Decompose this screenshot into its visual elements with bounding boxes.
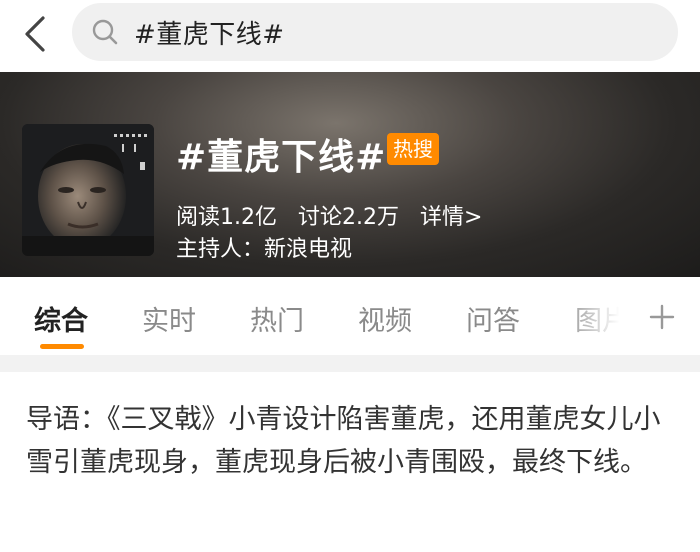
tab-bar: 综合 实时 热门 视频 问答 图片 [0, 277, 700, 355]
back-button[interactable] [18, 14, 52, 54]
tab-overflow-fade [560, 277, 630, 355]
topic-poster-image[interactable] [22, 124, 154, 256]
search-input[interactable]: #董虎下线# [134, 14, 285, 51]
top-bar: #董虎下线# [0, 0, 700, 72]
tab-realtime[interactable]: 实时 [142, 299, 196, 338]
topic-host: 主持人：新浪电视 [176, 237, 353, 262]
hot-search-badge: 热搜 [387, 133, 439, 165]
chevron-left-icon [25, 16, 45, 52]
topic-intro-card: 导语：《三叉戟》小青设计陷害董虎，还用董虎女儿小雪引董虎现身，董虎现身后被小青围… [0, 372, 700, 552]
read-count: 阅读1.2亿 [176, 205, 277, 230]
topic-intro-text: 导语：《三叉戟》小青设计陷害董虎，还用董虎女儿小雪引董虎现身，董虎现身后被小青围… [26, 404, 661, 478]
search-bar[interactable]: #董虎下线# [72, 3, 678, 61]
discuss-count: 讨论2.2万 [298, 205, 399, 230]
topic-title: #董虎下线# [176, 137, 387, 178]
tab-video[interactable]: 视频 [358, 299, 412, 338]
details-link[interactable]: 详情> [420, 205, 482, 230]
tab-popular[interactable]: 热门 [250, 299, 304, 338]
topic-header: #董虎下线# 热搜 阅读1.2亿 讨论2.2万 详情> 主持人：新浪电视 [0, 72, 700, 277]
tab-qa[interactable]: 问答 [466, 299, 520, 338]
active-tab-indicator [40, 344, 84, 349]
plus-icon [649, 304, 675, 330]
add-tab-button[interactable] [640, 295, 684, 339]
tab-comprehensive[interactable]: 综合 [34, 299, 88, 338]
topic-stats: 阅读1.2亿 讨论2.2万 详情> [176, 199, 496, 231]
search-icon [90, 17, 120, 47]
